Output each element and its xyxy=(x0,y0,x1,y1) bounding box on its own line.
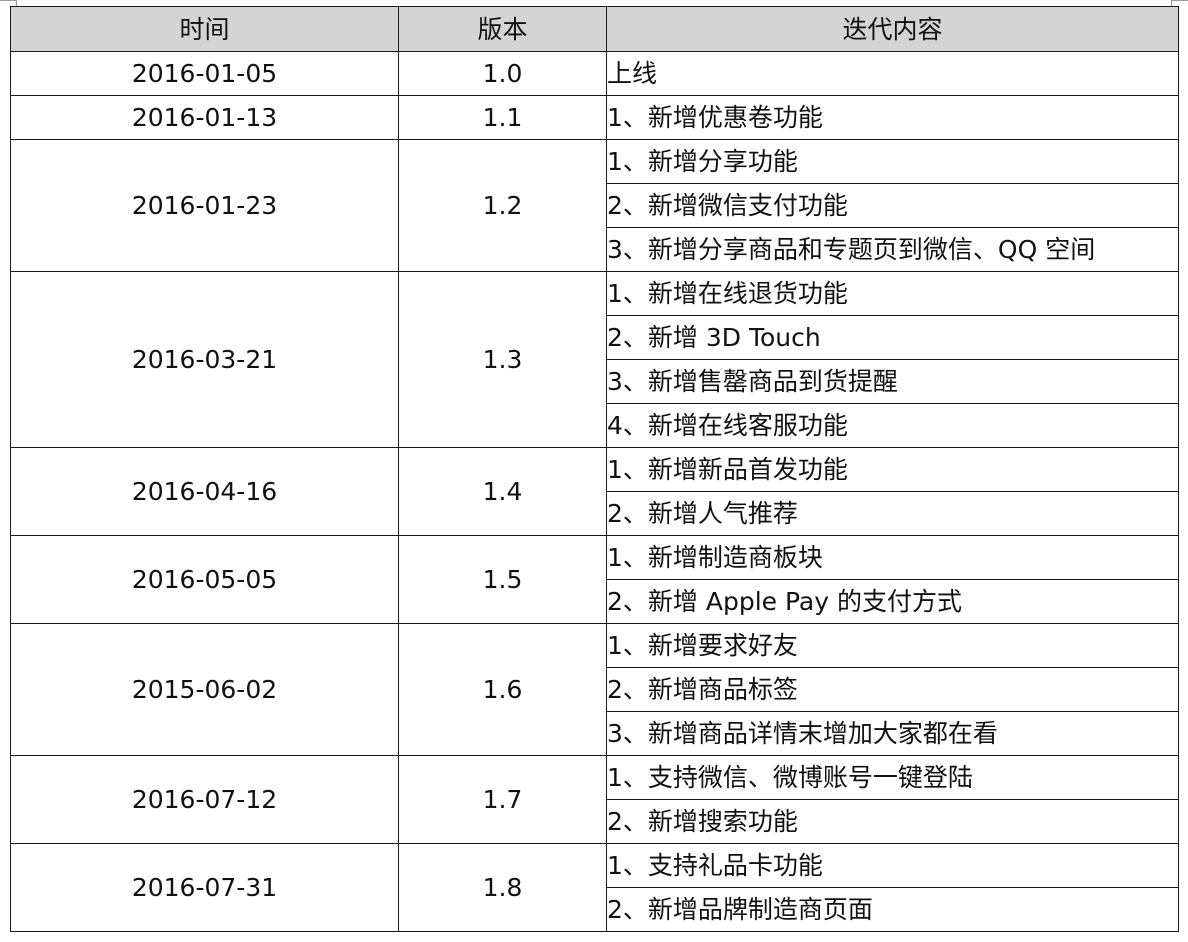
table-row: 2016-03-21 1.3 1、新增在线退货功能 xyxy=(10,271,1179,448)
iteration-item: 3、新增商品详情末增加大家都在看 xyxy=(606,711,1179,756)
iteration-item: 1、新增制造商板块 xyxy=(606,535,1179,580)
iteration-item: 2、新增品牌制造商页面 xyxy=(606,887,1179,932)
release-date: 2016-07-31 xyxy=(10,843,399,932)
table-row: 2015-06-02 1.6 1、新增要求好友 xyxy=(10,623,1179,756)
table-row: 2016-01-13 1.1 1、新增优惠卷功能 xyxy=(10,95,1179,140)
iteration-item: 1、新增优惠卷功能 xyxy=(606,95,1179,140)
iteration-item: 4、新增在线客服功能 xyxy=(606,403,1179,448)
table-row: 2016-01-05 1.0 上线 xyxy=(10,51,1179,96)
iteration-item: 上线 xyxy=(606,51,1179,96)
iteration-item: 2、新增搜索功能 xyxy=(606,799,1179,844)
iteration-item: 2、新增人气推荐 xyxy=(606,491,1179,536)
header-version: 版本 xyxy=(398,6,607,52)
iteration-item: 1、新增新品首发功能 xyxy=(606,447,1179,492)
table-body: 2016-01-05 1.0 上线 2016-01-13 1.1 1、新增优惠卷功能 201… xyxy=(10,51,1179,932)
release-version: 1.5 xyxy=(398,535,607,624)
table-row: 2016-05-05 1.5 1、新增制造商板块 xyxy=(10,535,1179,624)
iteration-item: 3、新增售罄商品到货提醒 xyxy=(606,359,1179,404)
release-version: 1.8 xyxy=(398,843,607,932)
release-date: 2016-03-21 xyxy=(10,271,399,448)
iteration-item: 1、支持微信、微博账号一键登陆 xyxy=(606,755,1179,800)
table-row: 2016-01-23 1.2 1、新增分享功能 xyxy=(10,139,1179,272)
release-date: 2016-04-16 xyxy=(10,447,399,536)
release-version: 1.6 xyxy=(398,623,607,756)
release-date: 2016-05-05 xyxy=(10,535,399,624)
iteration-item: 2、新增商品标签 xyxy=(606,667,1179,712)
release-version: 1.3 xyxy=(398,271,607,448)
release-date: 2016-01-23 xyxy=(10,139,399,272)
release-date: 2015-06-02 xyxy=(10,623,399,756)
header-content: 迭代内容 xyxy=(606,6,1179,52)
release-date: 2016-01-05 xyxy=(10,51,399,96)
version-history-table: 时间 版本 迭代内容 2016-01-05 1.0 上线 2016-01-13 1.1 1… xyxy=(10,6,1179,932)
header-row: 时间 版本 迭代内容 xyxy=(10,6,1179,52)
iteration-item: 1、新增要求好友 xyxy=(606,623,1179,668)
iteration-item: 3、新增分享商品和专题页到微信、QQ 空间 xyxy=(606,227,1179,272)
table-row: 2016-07-12 1.7 1、支持微信、微博账号一键登陆 xyxy=(10,755,1179,844)
release-version: 1.1 xyxy=(398,95,607,140)
iteration-item: 1、新增分享功能 xyxy=(606,139,1179,184)
release-version: 1.4 xyxy=(398,447,607,536)
iteration-item: 1、支持礼品卡功能 xyxy=(606,843,1179,888)
iteration-item: 2、新增 Apple Pay 的支付方式 xyxy=(606,579,1179,624)
table-header: 时间 版本 迭代内容 xyxy=(10,6,1179,52)
iteration-item: 2、新增微信支付功能 xyxy=(606,183,1179,228)
iteration-item: 1、新增在线退货功能 xyxy=(606,271,1179,316)
release-version: 1.7 xyxy=(398,755,607,844)
release-date: 2016-07-12 xyxy=(10,755,399,844)
table-row: 2016-07-31 1.8 1、支持礼品卡功能 xyxy=(10,843,1179,932)
header-date: 时间 xyxy=(10,6,399,52)
release-version: 1.2 xyxy=(398,139,607,272)
release-date: 2016-01-13 xyxy=(10,95,399,140)
iteration-item: 2、新增 3D Touch xyxy=(606,315,1179,360)
release-version: 1.0 xyxy=(398,51,607,96)
table-row: 2016-04-16 1.4 1、新增新品首发功能 xyxy=(10,447,1179,536)
